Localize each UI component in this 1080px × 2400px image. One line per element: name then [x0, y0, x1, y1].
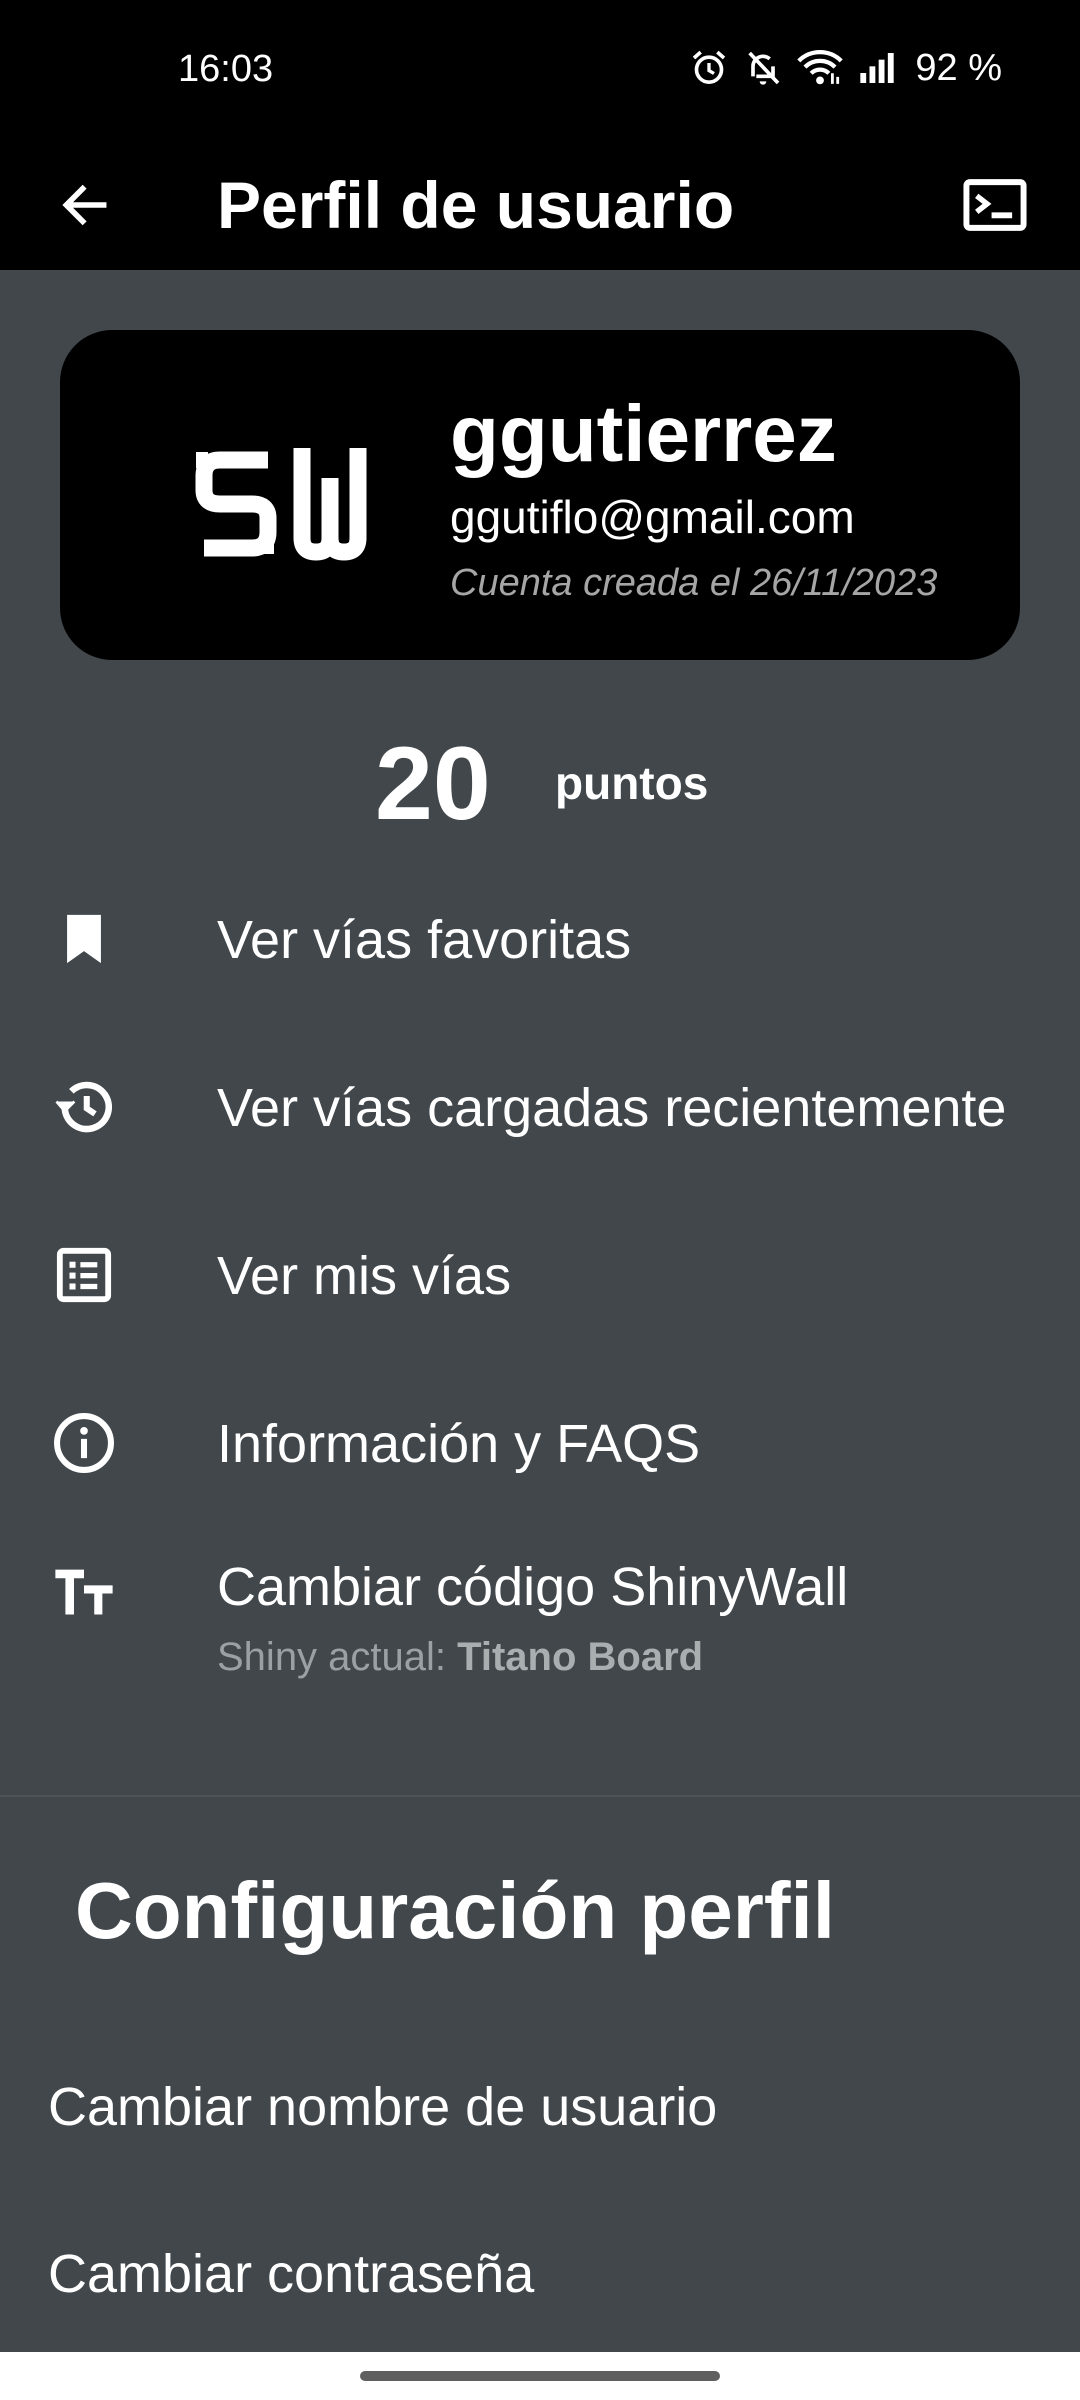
bell-off-icon [748, 51, 780, 85]
menu-item-change-shinywall-code[interactable]: Cambiar código ShinyWall Shiny actual: T… [0, 1527, 1080, 1695]
setting-label: Cambiar contraseña [48, 2244, 535, 2304]
menu-item-my-routes[interactable]: Ver mis vías [0, 1191, 1080, 1359]
menu-item-info-faqs[interactable]: Información y FAQS [0, 1359, 1080, 1527]
page-title: Perfil de usuario [217, 168, 735, 242]
menu-item-label: Información y FAQS [217, 1414, 701, 1474]
points-label: puntos [555, 757, 709, 809]
current-shiny-value: Titano Board [457, 1635, 704, 1679]
current-shiny-text: Shiny actual: Titano Board [217, 1635, 703, 1680]
signal-icon [860, 53, 895, 83]
current-shiny-label: Shiny actual: [217, 1635, 458, 1679]
arrow-left-icon [62, 184, 107, 226]
wifi-icon [797, 50, 844, 85]
username: ggutierrez [450, 389, 837, 478]
menu-item-label: Ver mis vías [217, 1246, 512, 1306]
section-title-profile-settings: Configuración perfil [75, 1866, 835, 1955]
shinywall-logo [195, 448, 367, 561]
status-time: 16:03 [178, 48, 274, 90]
screen: 16:03 92 % Perfil de usuario ggutierrez … [0, 0, 1080, 2400]
menu-item-recent-routes[interactable]: Ver vías cargadas recientemente [0, 1023, 1080, 1191]
navigation-bar [0, 2352, 1080, 2400]
info-icon [42, 1401, 126, 1485]
profile-card: ggutierrez ggutiflo@gmail.com Cuenta cre… [60, 330, 1020, 660]
menu-item-label: Cambiar código ShinyWall [217, 1557, 849, 1617]
alarm-icon [693, 50, 726, 84]
terminal-button[interactable] [950, 160, 1040, 250]
account-created-date: Cuenta creada el 26/11/2023 [450, 562, 938, 604]
menu-item-favorite-routes[interactable]: Ver vías favoritas [0, 855, 1080, 1023]
app-bar: Perfil de usuario [0, 140, 1080, 270]
setting-change-username[interactable]: Cambiar nombre de usuario [0, 2026, 1080, 2186]
bookmark-icon [42, 897, 126, 981]
history-icon [42, 1065, 126, 1149]
menu-item-label: Ver vías cargadas recientemente [217, 1078, 1007, 1138]
section-divider [0, 1795, 1080, 1797]
status-icons: 92 % [689, 44, 1002, 92]
home-gesture-handle[interactable] [360, 2371, 720, 2381]
status-bar: 16:03 92 % [0, 0, 1080, 140]
battery-level: 92 % [915, 46, 1002, 89]
list-icon [42, 1233, 126, 1317]
text-size-icon [42, 1551, 126, 1635]
points-value: 20 [375, 726, 491, 842]
back-button[interactable] [40, 160, 130, 250]
user-email: ggutiflo@gmail.com [450, 491, 855, 543]
setting-change-password[interactable]: Cambiar contraseña [0, 2193, 1080, 2353]
terminal-icon [963, 179, 1027, 231]
setting-label: Cambiar nombre de usuario [48, 2077, 718, 2137]
menu-item-label: Ver vías favoritas [217, 910, 632, 970]
